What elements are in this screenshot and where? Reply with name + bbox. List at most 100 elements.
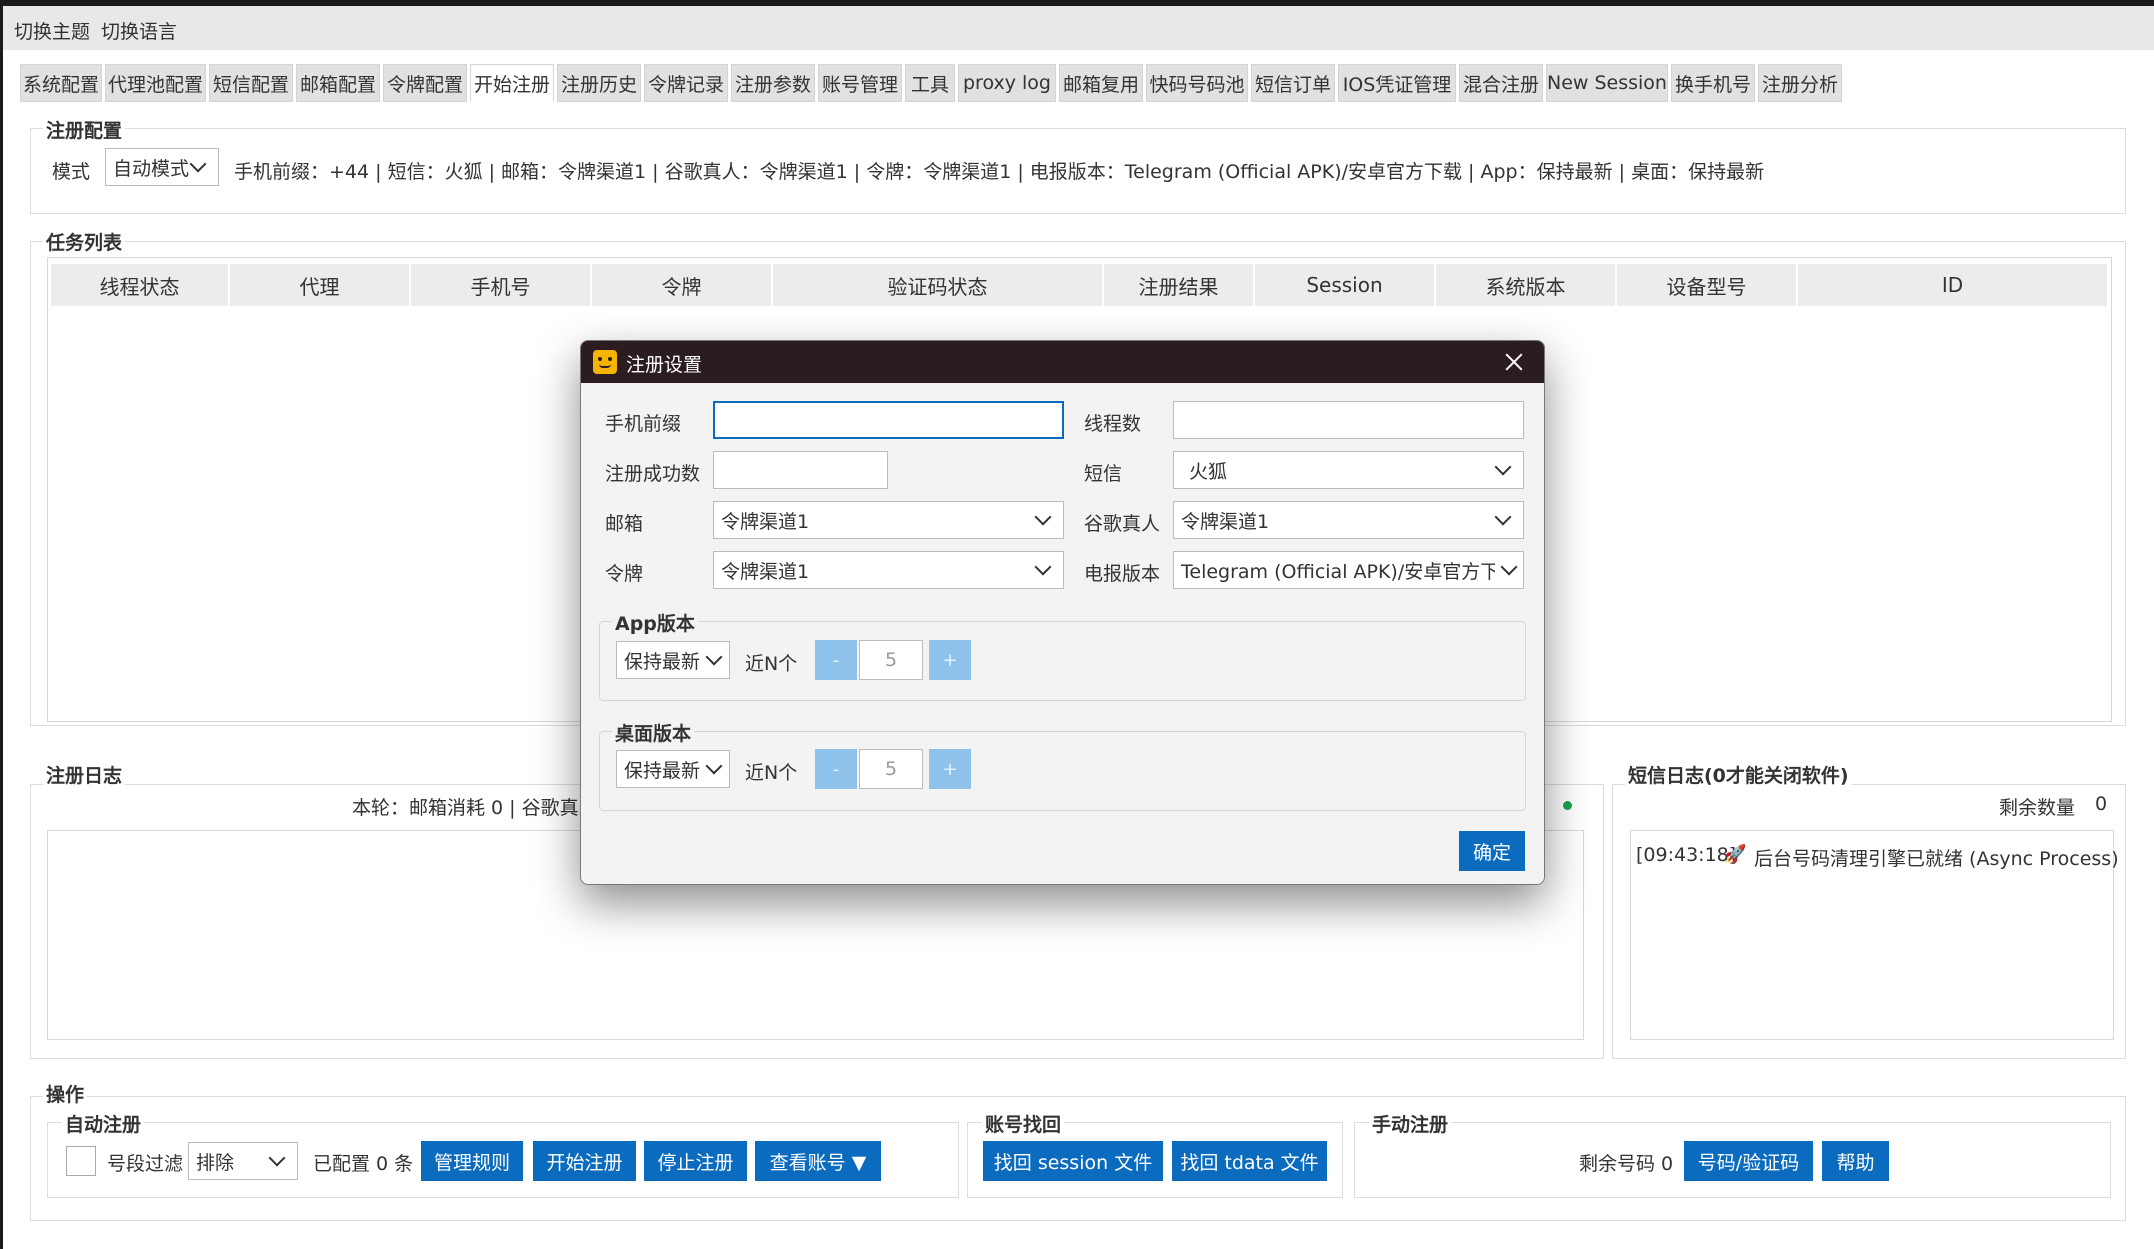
chevron-down-icon <box>1023 552 1063 588</box>
threads-input[interactable] <box>1173 401 1524 439</box>
mode-select[interactable]: 自动模式 <box>105 148 219 186</box>
tg-version-value: Telegram (Official APK)/安卓官方下载 <box>1181 560 1495 583</box>
sms-log-time: [09:43:18] <box>1636 844 1737 866</box>
app-version-mode-select[interactable]: 保持最新 <box>616 641 730 679</box>
number-code-button[interactable]: 号码/验证码 <box>1684 1141 1813 1181</box>
tab-email-config[interactable]: 邮箱配置 <box>296 64 380 102</box>
dialog-titlebar[interactable]: 注册设置 <box>581 341 1544 383</box>
ok-button[interactable]: 确定 <box>1459 831 1525 871</box>
tab-token-records[interactable]: 令牌记录 <box>644 64 728 102</box>
success-count-input[interactable] <box>713 451 888 489</box>
app-plus-button[interactable]: + <box>929 640 971 680</box>
account-recover-title: 账号找回 <box>982 1110 1065 1137</box>
google-select-value: 令牌渠道1 <box>1181 510 1270 533</box>
phone-prefix-input[interactable] <box>713 401 1064 439</box>
tab-register-history[interactable]: 注册历史 <box>557 64 641 102</box>
tab-token-config[interactable]: 令牌配置 <box>383 64 467 102</box>
segment-filter-label: 号段过滤 <box>107 1153 184 1175</box>
col-code-status[interactable]: 验证码状态 <box>773 264 1103 306</box>
tab-account-manage[interactable]: 账号管理 <box>818 64 902 102</box>
dialog-title: 注册设置 <box>626 354 703 376</box>
config-summary: 手机前缀：+44 | 短信：火狐 | 邮箱：令牌渠道1 | 谷歌真人：令牌渠道1… <box>234 161 1765 183</box>
app-minus-button[interactable]: - <box>815 640 857 680</box>
remaining-numbers: 剩余号码 0 <box>1579 1153 1674 1175</box>
tab-start-register[interactable]: 开始注册 <box>470 64 554 102</box>
manage-rules-button[interactable]: 管理规则 <box>421 1141 523 1181</box>
chevron-down-icon <box>1499 552 1523 588</box>
tab-email-reuse[interactable]: 邮箱复用 <box>1059 64 1143 102</box>
desktop-version-group <box>599 731 1526 811</box>
tab-register-analysis[interactable]: 注册分析 <box>1758 64 1842 102</box>
stop-register-button[interactable]: 停止注册 <box>644 1141 747 1181</box>
desktop-version-mode-value: 保持最新 <box>624 759 701 782</box>
col-id[interactable]: ID <box>1798 264 2108 306</box>
register-settings-dialog: 注册设置 手机前缀 线程数 注册成功数 短信 火狐 邮箱 令牌渠道1 谷歌真人 … <box>580 340 1545 885</box>
recover-session-button[interactable]: 找回 session 文件 <box>983 1141 1163 1181</box>
configured-count: 已配置 0 条 <box>313 1153 414 1175</box>
tg-version-select[interactable]: Telegram (Official APK)/安卓官方下载 <box>1173 551 1524 589</box>
app-logo-icon <box>593 350 617 374</box>
token-label: 令牌 <box>605 563 644 585</box>
tab-quick-number-pool[interactable]: 快码号码池 <box>1146 64 1248 102</box>
view-accounts-button[interactable]: 查看账号 ▼ <box>755 1141 881 1181</box>
app-version-group <box>599 621 1526 701</box>
tab-proxy-log[interactable]: proxy log <box>958 64 1056 102</box>
switch-theme-menu[interactable]: 切换主题 <box>14 17 90 44</box>
email-select[interactable]: 令牌渠道1 <box>713 501 1064 539</box>
tab-tools[interactable]: 工具 <box>905 64 955 102</box>
rocket-icon: 🚀 <box>1724 844 1747 865</box>
top-menu-bar: 切换主题 切换语言 <box>3 6 2154 50</box>
google-select[interactable]: 令牌渠道1 <box>1173 501 1524 539</box>
email-select-value: 令牌渠道1 <box>721 510 810 533</box>
tab-proxy-pool[interactable]: 代理池配置 <box>105 64 206 102</box>
segment-filter-value: 排除 <box>196 1151 235 1174</box>
col-register-result[interactable]: 注册结果 <box>1104 264 1254 306</box>
col-phone[interactable]: 手机号 <box>411 264 591 306</box>
tab-new-session[interactable]: New Session <box>1546 64 1668 102</box>
sms-label: 短信 <box>1084 463 1123 485</box>
help-button[interactable]: 帮助 <box>1822 1141 1889 1181</box>
desktop-minus-button[interactable]: - <box>815 749 857 789</box>
close-icon[interactable] <box>1501 349 1527 375</box>
col-os-version[interactable]: 系统版本 <box>1436 264 1616 306</box>
tab-change-phone[interactable]: 换手机号 <box>1671 64 1755 102</box>
success-count-label: 注册成功数 <box>605 463 701 485</box>
status-dot-icon <box>1563 801 1572 810</box>
token-select-value: 令牌渠道1 <box>721 560 810 583</box>
app-recent-label: 近N个 <box>745 653 798 675</box>
token-select[interactable]: 令牌渠道1 <box>713 551 1064 589</box>
auto-register-title: 自动注册 <box>62 1110 145 1137</box>
task-list-title: 任务列表 <box>43 228 126 255</box>
desktop-version-mode-select[interactable]: 保持最新 <box>616 750 730 788</box>
col-proxy[interactable]: 代理 <box>230 264 410 306</box>
recover-tdata-button[interactable]: 找回 tdata 文件 <box>1172 1141 1327 1181</box>
tab-ios-credentials[interactable]: IOS凭证管理 <box>1338 64 1456 102</box>
tab-register-params[interactable]: 注册参数 <box>731 64 815 102</box>
register-log-stats: 本轮：邮箱消耗 0 | 谷歌真人 <box>352 797 598 819</box>
start-register-button[interactable]: 开始注册 <box>533 1141 636 1181</box>
desktop-plus-button[interactable]: + <box>929 749 971 789</box>
col-session[interactable]: Session <box>1255 264 1435 306</box>
col-device-model[interactable]: 设备型号 <box>1617 264 1797 306</box>
tab-sms-orders[interactable]: 短信订单 <box>1251 64 1335 102</box>
segment-filter-checkbox[interactable] <box>66 1146 96 1176</box>
mode-label: 模式 <box>52 161 91 183</box>
chevron-down-icon <box>1483 502 1523 538</box>
sms-select[interactable]: 火狐 <box>1173 451 1524 489</box>
switch-language-menu[interactable]: 切换语言 <box>101 17 177 44</box>
sms-select-value: 火狐 <box>1189 460 1228 483</box>
app-version-title: App版本 <box>612 609 698 636</box>
tab-system-config[interactable]: 系统配置 <box>20 64 102 102</box>
tab-sms-config[interactable]: 短信配置 <box>209 64 293 102</box>
desktop-version-title: 桌面版本 <box>612 719 695 746</box>
email-label: 邮箱 <box>605 513 644 535</box>
app-recent-value[interactable]: 5 <box>859 640 923 680</box>
col-token[interactable]: 令牌 <box>592 264 772 306</box>
desktop-recent-value[interactable]: 5 <box>859 749 923 789</box>
tab-mixed-register[interactable]: 混合注册 <box>1459 64 1543 102</box>
register-config-title: 注册配置 <box>43 116 126 143</box>
col-thread-status[interactable]: 线程状态 <box>51 264 229 306</box>
phone-prefix-label: 手机前缀 <box>605 413 682 435</box>
segment-filter-select[interactable]: 排除 <box>188 1142 298 1180</box>
sms-remaining-value: 0 <box>2095 793 2108 815</box>
